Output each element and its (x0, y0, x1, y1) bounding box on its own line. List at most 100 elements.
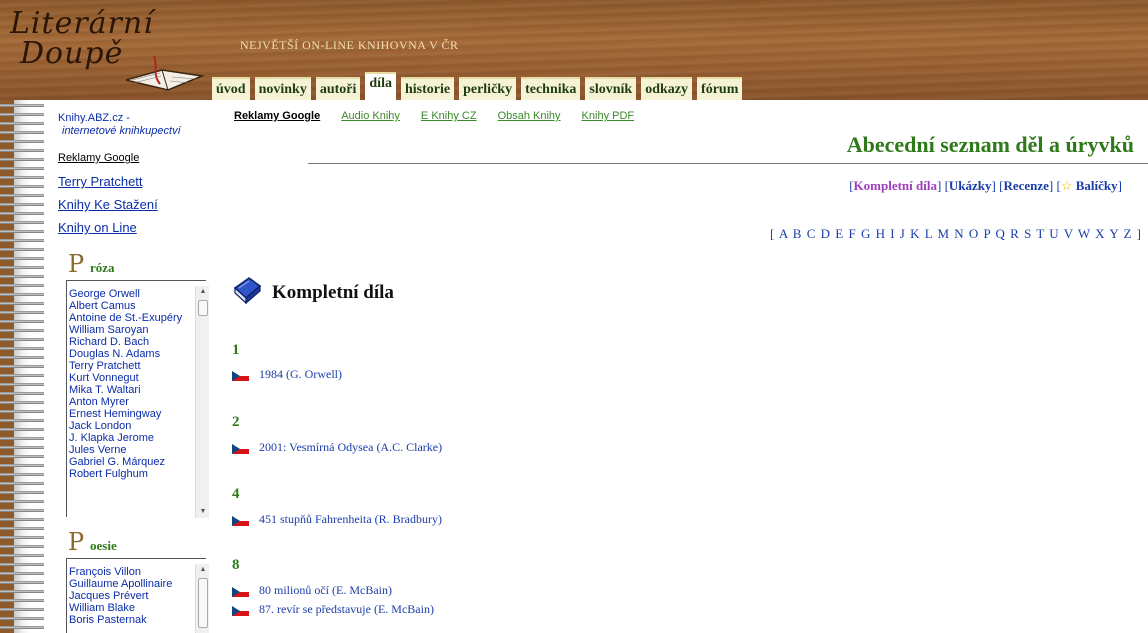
work-title[interactable]: 87. revír se představuje (259, 602, 371, 617)
list-item[interactable]: Robert Fulghum (69, 468, 209, 480)
list-item[interactable]: Gabriel G. Márquez (69, 456, 209, 468)
list-item[interactable]: François Villon (69, 566, 209, 578)
section-initial: P (68, 250, 85, 278)
list-item[interactable]: 80 milionů očí (E. McBain) (232, 583, 392, 598)
list-item[interactable]: 1984 (G. Orwell) (232, 367, 342, 382)
proza-author-list[interactable]: George Orwell Albert Camus Antoine de St… (69, 288, 209, 516)
top-ad-links: Reklamy Google Audio Knihy E Knihy CZ Ob… (234, 110, 655, 122)
partner-site-link[interactable]: Knihy.ABZ.cz - (58, 112, 130, 124)
ad-link-audio-knihy[interactable]: Audio Knihy (341, 110, 400, 122)
group-heading-8: 8 (232, 557, 240, 573)
nav-historie[interactable]: historie (400, 77, 455, 100)
poezie-author-list[interactable]: François Villon Guillaume Apollinaire Ja… (69, 566, 209, 633)
filter-links: [Kompletní díla] [Ukázky] [Recenze] [☆ B… (849, 178, 1122, 193)
nav-forum[interactable]: fórum (697, 77, 743, 100)
site-tagline: NEJVĚTŠÍ ON-LINE KNIHOVNA V ČR (240, 38, 459, 52)
work-author[interactable]: (G. Orwell) (286, 367, 342, 382)
section-initial: P (68, 528, 85, 556)
spiral-binding (0, 100, 44, 633)
list-item[interactable]: J. Klapka Jerome (69, 432, 209, 444)
ad-link-e-knihy-cz[interactable]: E Knihy CZ (421, 110, 477, 122)
sidebar-link-knihy-on-line[interactable]: Knihy on Line (58, 220, 137, 235)
nav-technika[interactable]: technika (521, 77, 581, 100)
scroll-thumb[interactable] (198, 578, 208, 628)
list-item[interactable]: 2001: Vesmírná Odysea (A.C. Clarke) (232, 440, 442, 455)
ad-link-obsah-knihy[interactable]: Obsah Knihy (498, 110, 561, 122)
left-sidebar: Knihy.ABZ.cz - internetové knihkupectví … (44, 100, 214, 633)
site-header: Literární Doupě NEJVĚTŠÍ ON-LINE KNIHOVN… (0, 0, 1148, 100)
list-item[interactable]: William Saroyan (69, 324, 209, 336)
ad-link-knihy-pdf[interactable]: Knihy PDF (582, 110, 635, 122)
ad-link-reklamy-google[interactable]: Reklamy Google (234, 110, 320, 122)
section-border (66, 558, 67, 633)
list-item[interactable]: Guillaume Apollinaire (69, 578, 209, 590)
book-icon (233, 277, 262, 304)
proza-list-scrollbar[interactable]: ▲ ▼ (195, 286, 209, 518)
list-item[interactable]: Jacques Prévert (69, 590, 209, 602)
alphabet-index[interactable]: [ A B C D E F G H I J K L M N O P Q R S … (770, 226, 1142, 242)
filter-kompletni-dila[interactable]: Kompletní díla (854, 178, 937, 193)
work-title[interactable]: 1984 (259, 367, 283, 382)
google-ads-label[interactable]: Reklamy Google (58, 152, 139, 164)
sidebar-link-knihy-ke-stazeni[interactable]: Knihy Ke Stažení (58, 197, 158, 212)
list-item[interactable]: Jack London (69, 420, 209, 432)
scroll-up-icon[interactable]: ▲ (196, 286, 210, 298)
filter-ukazky[interactable]: Ukázky (949, 178, 992, 193)
filter-recenze[interactable]: Recenze (1003, 178, 1048, 193)
list-item[interactable]: Richard D. Bach (69, 336, 209, 348)
filter-balicky[interactable]: Balíčky (1076, 178, 1118, 193)
main-nav: úvod novinky autoři díla historie perlič… (212, 72, 747, 100)
list-item[interactable]: 451 stupňů Fahrenheita (R. Bradbury) (232, 512, 442, 527)
work-author[interactable]: (R. Bradbury) (375, 512, 442, 527)
list-item[interactable]: Douglas N. Adams (69, 348, 209, 360)
section-heading-poezie: P oesie (64, 528, 204, 558)
group-heading-2: 2 (232, 414, 240, 430)
section-heading-rest: oesie (90, 538, 117, 553)
scroll-up-icon[interactable]: ▲ (196, 564, 210, 576)
list-item[interactable]: William Blake (69, 602, 209, 614)
list-item[interactable]: Mika T. Waltari (69, 384, 209, 396)
nav-novinky[interactable]: novinky (254, 77, 311, 100)
czech-flag-icon (232, 443, 249, 454)
nav-perlicky[interactable]: perličky (459, 77, 517, 100)
nav-uvod[interactable]: úvod (212, 77, 250, 100)
scroll-down-icon[interactable]: ▼ (196, 506, 210, 518)
work-title[interactable]: 80 milionů očí (259, 583, 329, 598)
section-border (66, 280, 67, 517)
list-item[interactable]: Anton Myrer (69, 396, 209, 408)
list-item[interactable]: Kurt Vonnegut (69, 372, 209, 384)
section-divider (66, 558, 206, 559)
work-title[interactable]: 2001: Vesmírná Odysea (259, 440, 373, 455)
nav-autori[interactable]: autoři (315, 77, 361, 100)
star-icon: ☆ (1060, 178, 1073, 193)
list-item[interactable]: Boris Pasternak (69, 614, 209, 626)
main-content: Reklamy Google Audio Knihy E Knihy CZ Ob… (214, 100, 1148, 633)
list-item[interactable]: Terry Pratchett (69, 360, 209, 372)
work-title[interactable]: 451 stupňů Fahrenheita (259, 512, 372, 527)
list-item[interactable]: Antoine de St.-Exupéry (69, 312, 209, 324)
partner-site-tagline[interactable]: internetové knihkupectví (62, 125, 181, 137)
czech-flag-icon (232, 586, 249, 597)
nav-odkazy[interactable]: odkazy (641, 77, 693, 100)
czech-flag-icon (232, 370, 249, 381)
list-item[interactable]: Ernest Hemingway (69, 408, 209, 420)
section-heading-rest: róza (90, 260, 115, 275)
nav-slovnik[interactable]: slovník (585, 77, 637, 100)
poezie-list-scrollbar[interactable]: ▲ (195, 564, 209, 633)
page-title: Abecední seznam děl a úryvků (846, 132, 1134, 157)
czech-flag-icon (232, 605, 249, 616)
list-item[interactable]: George Orwell (69, 288, 209, 300)
open-book-icon (125, 55, 204, 91)
nav-dila[interactable]: díla (365, 72, 396, 100)
sidebar-link-terry-pratchett[interactable]: Terry Pratchett (58, 174, 143, 189)
section-divider (66, 280, 206, 281)
site-logo[interactable]: Literární Doupě (6, 6, 206, 96)
section-title: Kompletní díla (272, 282, 394, 303)
scroll-thumb[interactable] (198, 300, 208, 316)
work-author[interactable]: (E. McBain) (332, 583, 392, 598)
list-item[interactable]: Jules Verne (69, 444, 209, 456)
list-item[interactable]: Albert Camus (69, 300, 209, 312)
list-item[interactable]: 87. revír se představuje (E. McBain) (232, 602, 434, 617)
work-author[interactable]: (A.C. Clarke) (376, 440, 442, 455)
work-author[interactable]: (E. McBain) (374, 602, 434, 617)
